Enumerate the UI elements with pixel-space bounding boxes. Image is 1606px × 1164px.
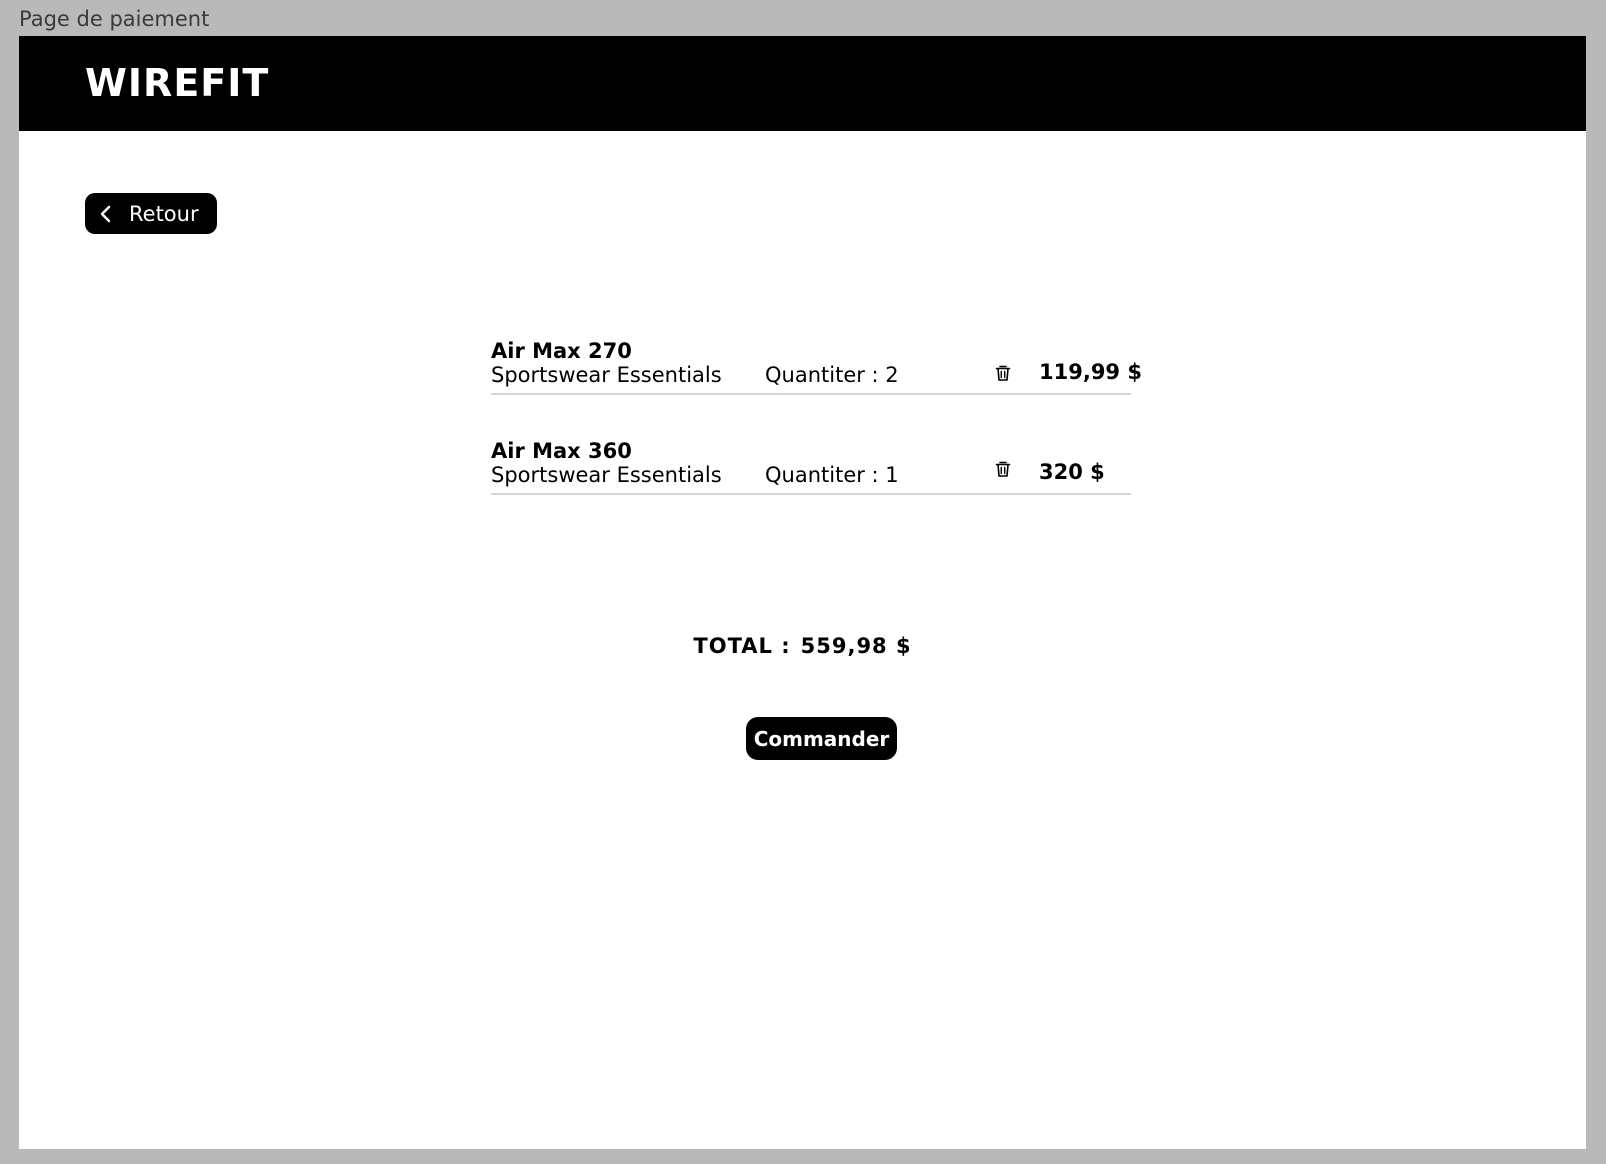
order-total: TOTAL : 559,98 $ xyxy=(19,633,1586,659)
product-category: Sportswear Essentials xyxy=(491,463,722,487)
order-button[interactable]: Commander xyxy=(746,717,897,760)
back-button[interactable]: Retour xyxy=(85,193,217,234)
product-quantity: Quantiter : 1 xyxy=(765,463,899,487)
trash-icon[interactable] xyxy=(993,363,1013,383)
product-category: Sportswear Essentials xyxy=(491,363,722,387)
cart-item: Air Max 360 Sportswear Essentials Quanti… xyxy=(491,439,1131,495)
frame-title: Page de paiement xyxy=(19,7,210,31)
trash-icon[interactable] xyxy=(993,459,1013,479)
logo[interactable]: WIREFIT xyxy=(85,59,269,107)
checkout-page: WIREFIT Retour Air Max 270 Sportswear Es… xyxy=(19,36,1586,1149)
total-label: TOTAL : xyxy=(693,634,791,658)
cart-item: Air Max 270 Sportswear Essentials Quanti… xyxy=(491,339,1142,395)
site-header: WIREFIT xyxy=(19,36,1586,131)
total-value: 559,98 $ xyxy=(800,634,912,658)
chevron-left-icon xyxy=(100,205,111,222)
back-button-label: Retour xyxy=(129,201,199,226)
product-price: 119,99 $ xyxy=(1039,360,1142,384)
cart-list: Air Max 270 Sportswear Essentials Quanti… xyxy=(491,339,1142,539)
product-name: Air Max 360 xyxy=(491,439,632,463)
product-quantity: Quantiter : 2 xyxy=(765,363,899,387)
product-name: Air Max 270 xyxy=(491,339,632,363)
product-price: 320 $ xyxy=(1039,460,1105,484)
